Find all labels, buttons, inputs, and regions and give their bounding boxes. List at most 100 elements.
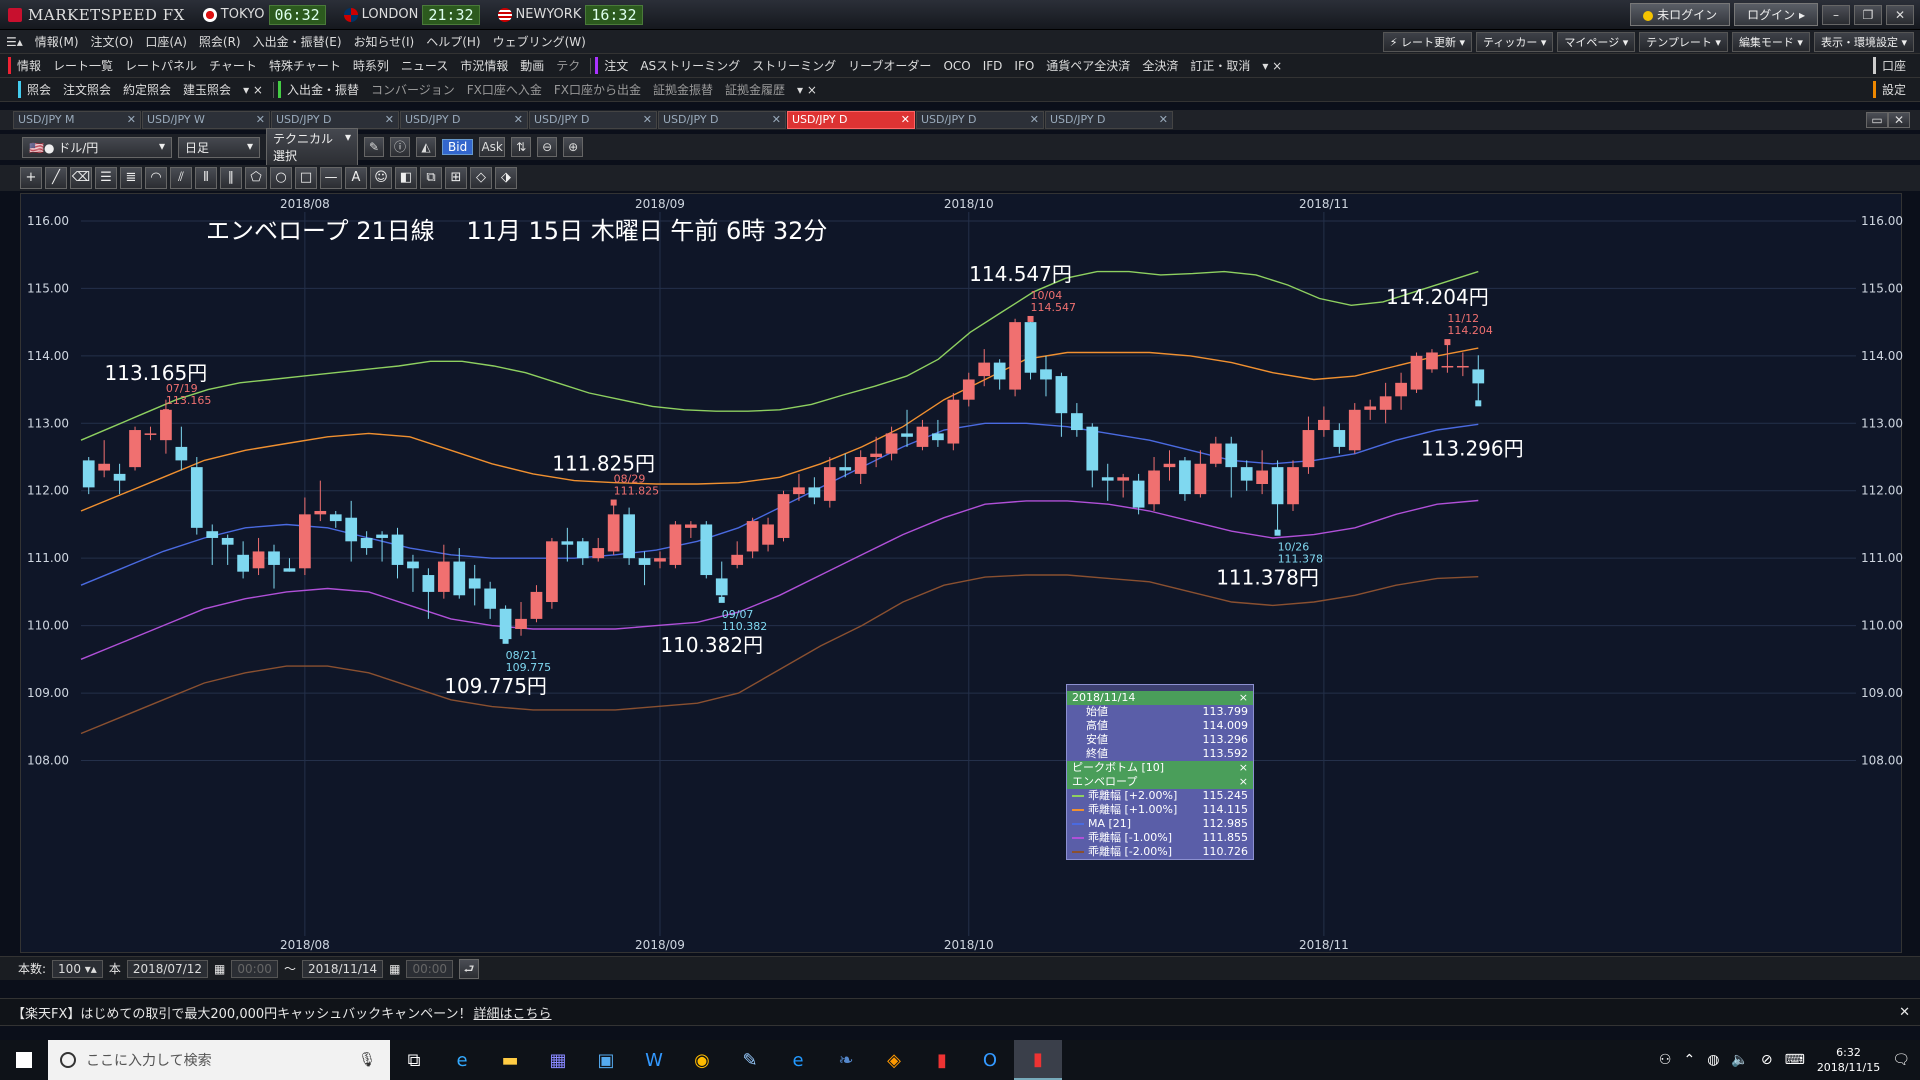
close-icon[interactable]: ✕	[1886, 4, 1914, 25]
login-button[interactable]: ログイン ▸	[1734, 3, 1818, 26]
special-chart-button[interactable]: 特殊チャート	[263, 57, 347, 74]
candle[interactable]	[453, 561, 466, 596]
video-button[interactable]: 動画	[514, 57, 550, 74]
candle[interactable]	[376, 534, 388, 538]
candle[interactable]	[823, 467, 836, 501]
pair-settle-button[interactable]: 通貨ペア全決済	[1040, 57, 1136, 74]
candle[interactable]	[1179, 460, 1191, 495]
candle[interactable]	[1132, 480, 1145, 508]
position-inquiry-button[interactable]: 建玉照会	[177, 81, 237, 98]
vertical-lines-icon[interactable]: ⦀	[195, 167, 217, 189]
tab-close-icon[interactable]: ✕	[1159, 113, 1168, 127]
candle[interactable]	[854, 457, 867, 474]
to-time-field[interactable]: 00:00	[406, 959, 454, 978]
execution-inquiry-button[interactable]: 約定照会	[117, 81, 177, 98]
candle[interactable]	[422, 575, 435, 592]
order-inquiry-button[interactable]: 注文照会	[57, 81, 117, 98]
candle[interactable]	[731, 554, 744, 565]
margin-history-button[interactable]: 証拠金履歴	[719, 81, 791, 98]
conversion-button[interactable]: コンバージョン	[365, 81, 461, 98]
feather-icon[interactable]: ❧	[822, 1040, 870, 1080]
close-chart-icon[interactable]: ✕	[1888, 112, 1910, 128]
notification-icon[interactable]: 🗨	[1892, 1052, 1910, 1068]
candle[interactable]	[916, 426, 929, 447]
fx-deposit-button[interactable]: FX口座へ入金	[461, 81, 548, 98]
time-series-button[interactable]: 時系列	[347, 57, 395, 74]
candle[interactable]	[1456, 365, 1469, 368]
candle[interactable]	[1364, 406, 1377, 410]
eraser-icon[interactable]: ⌫	[70, 167, 92, 189]
close-icon[interactable]: ×	[1239, 775, 1248, 789]
more-dropdown-icon[interactable]: ▾ ×	[791, 83, 823, 97]
chart-tab[interactable]: USD/JPY W ✕	[142, 111, 270, 129]
text-icon[interactable]: A	[345, 167, 367, 189]
tray-expand-icon[interactable]: ⌃	[1683, 1052, 1695, 1068]
ticker-dropdown[interactable]: ティッカー ▾	[1476, 31, 1554, 52]
menu-inquiry[interactable]: 照会(R)	[193, 33, 247, 50]
candle[interactable]	[1333, 430, 1346, 447]
ie-icon[interactable]: e	[438, 1040, 486, 1080]
more-dropdown-icon[interactable]: ▾ ×	[1256, 59, 1288, 73]
candle[interactable]	[1117, 477, 1130, 481]
candle[interactable]	[592, 548, 605, 559]
candle[interactable]	[762, 524, 774, 545]
pen-icon[interactable]: ✎	[364, 137, 384, 157]
candle[interactable]	[901, 433, 913, 437]
menu-order[interactable]: 注文(O)	[85, 33, 140, 50]
calculator-icon[interactable]: ▦	[534, 1040, 582, 1080]
mypage-dropdown[interactable]: マイページ ▾	[1557, 31, 1636, 52]
candle[interactable]	[468, 578, 481, 589]
candle[interactable]	[515, 618, 527, 629]
candle[interactable]	[237, 554, 249, 572]
candle[interactable]	[407, 561, 419, 569]
paste-icon[interactable]: ⊞	[445, 167, 467, 189]
marketspeed-fx-icon[interactable]: ▮	[1014, 1040, 1062, 1080]
candle[interactable]	[623, 514, 635, 559]
chart-tab[interactable]: USD/JPY D ✕	[658, 111, 786, 129]
menu-info[interactable]: 情報(M)	[29, 33, 85, 50]
menu-account[interactable]: 口座(A)	[139, 33, 193, 50]
close-icon[interactable]: ×	[1239, 761, 1248, 775]
candle[interactable]	[1240, 467, 1253, 481]
pentagon-icon[interactable]: ⬠	[245, 167, 267, 189]
candle[interactable]	[268, 551, 280, 565]
rate-panel-button[interactable]: レートパネル	[119, 57, 203, 74]
technical-select[interactable]: テクニカル選択 ▾	[266, 128, 358, 166]
candle[interactable]	[314, 510, 327, 515]
candle[interactable]	[299, 514, 311, 569]
circle-icon[interactable]: ○	[270, 167, 292, 189]
icon-stamp-icon[interactable]: ☺	[370, 167, 392, 189]
candle[interactable]	[1348, 409, 1361, 451]
tab-close-icon[interactable]: ✕	[772, 113, 781, 127]
candle[interactable]	[113, 473, 126, 481]
candle[interactable]	[1426, 352, 1438, 370]
chart-tab[interactable]: USD/JPY D ✕	[400, 111, 528, 129]
modify-cancel-button[interactable]: 訂正・取消	[1184, 57, 1256, 74]
from-time-field[interactable]: 00:00	[231, 959, 278, 978]
period-select[interactable]: 日足 ▾	[178, 136, 260, 158]
chart-button[interactable]: チャート	[203, 57, 263, 74]
technical-button[interactable]: テク	[550, 57, 586, 74]
candle[interactable]	[98, 463, 111, 471]
candle[interactable]	[777, 494, 790, 538]
candle[interactable]	[345, 517, 358, 542]
candle[interactable]	[885, 433, 898, 454]
tab-close-icon[interactable]: ✕	[256, 113, 265, 127]
candle[interactable]	[82, 460, 95, 488]
task-view-icon[interactable]: ⧉	[390, 1040, 438, 1080]
chart-canvas[interactable]: 116.00 116.00 115.00 115.00 114.00 114.00 113.…	[21, 194, 1903, 954]
candle[interactable]	[1148, 470, 1160, 505]
candle[interactable]	[1024, 322, 1037, 373]
candle[interactable]	[1379, 396, 1392, 410]
rectangle-icon[interactable]: □	[295, 167, 317, 189]
tab-close-icon[interactable]: ✕	[127, 113, 136, 127]
news-detail-link[interactable]: 詳細はこちら	[474, 1003, 552, 1022]
from-date-field[interactable]: 2018/07/12	[126, 959, 209, 978]
delete-all-icon[interactable]: ⬗	[495, 167, 517, 189]
chart-tab[interactable]: USD/JPY D ✕	[529, 111, 657, 129]
block-icon[interactable]: ⊘	[1761, 1052, 1773, 1068]
candle[interactable]	[1395, 382, 1407, 397]
rate-list-button[interactable]: レート一覧	[47, 57, 119, 74]
horizontal-lines-icon[interactable]: ☰	[95, 167, 117, 189]
candle[interactable]	[1287, 467, 1299, 505]
